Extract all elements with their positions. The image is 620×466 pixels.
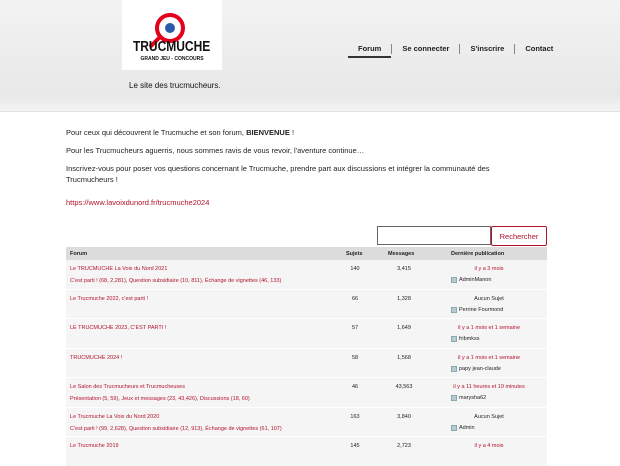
nav-forum[interactable]: Forum: [348, 44, 392, 58]
forum-table: Forum Sujets Messages Dernière publicati…: [66, 247, 547, 466]
messages-count: 3,840: [397, 413, 411, 420]
table-header: Forum Sujets Messages Dernière publicati…: [66, 247, 547, 260]
topics-count: 58: [351, 354, 359, 361]
author-name: Admin: [459, 424, 475, 431]
messages-count: 3,415: [397, 266, 411, 272]
logo-subtext: GRAND JEU - CONCOURS: [140, 56, 204, 62]
subforum-links[interactable]: Présentation (5, 59), Jeux et messages (…: [70, 396, 250, 402]
author-name: fribmkss: [459, 336, 480, 342]
welcome-suffix: !: [289, 128, 295, 137]
user-avatar-icon: [451, 424, 457, 431]
nav-contact[interactable]: Contact: [514, 44, 563, 54]
table-row: LE TRUCMUCHE 2023, C'EST PARTI ! 57 1,649 i…: [66, 319, 547, 349]
table-row: Le Trucmuche La Voix du Nord 2020 C'est p…: [66, 407, 547, 437]
table-row: Le Salon des Trucmucheurs et Trucmucheus…: [66, 378, 547, 408]
logo-text: TRUCMUCHE: [133, 38, 210, 55]
welcome-bold: BIENVENUE: [246, 128, 290, 137]
author-name: AdminManon: [459, 277, 492, 283]
topics-count: 46: [351, 384, 359, 390]
trucmuche-logo-icon: TRUCMUCHE GRAND JEU - CONCOURS: [133, 13, 210, 62]
forum-title-link[interactable]: Le TRUCMUCHE La Voix du Nord 2021: [70, 266, 167, 272]
last-post-link[interactable]: il y a 1 mois et 1 semaine: [431, 355, 547, 361]
nav-login[interactable]: Se connecter: [391, 44, 459, 54]
user-avatar-icon: [451, 395, 457, 401]
header-sujets: Sujets: [346, 251, 363, 257]
last-post-author[interactable]: marysha62: [451, 395, 486, 401]
table-row: Le Trucmuche 2022, c'est parti ! 66 1,328 A…: [66, 289, 547, 319]
messages-count: 1,328: [397, 295, 411, 302]
nav-register[interactable]: S'inscrire: [459, 44, 514, 54]
topics-count: 57: [351, 325, 359, 331]
author-name: papy jean-claude: [459, 365, 501, 372]
header-messages: Messages: [388, 251, 415, 257]
topics-count: 140: [350, 266, 360, 272]
topics-count: 163: [350, 413, 360, 420]
search-button[interactable]: Rechercher: [491, 226, 547, 246]
site-logo[interactable]: TRUCMUCHE GRAND JEU - CONCOURS: [122, 0, 222, 70]
header-forum: Forum: [70, 251, 88, 257]
user-avatar-icon: [451, 277, 457, 283]
forum-title-link[interactable]: Le Trucmuche 2019: [70, 443, 119, 449]
signup-paragraph: Inscrivez-vous pour poser vos questions …: [66, 164, 490, 184]
contest-link[interactable]: https://www.lavoixdunord.fr/trucmuche202…: [66, 198, 209, 207]
header-last-post: Dernière publication: [451, 251, 505, 257]
main-nav: Forum Se connecter S'inscrire Contact: [348, 44, 563, 60]
last-post-link: Aucun Sujet: [474, 413, 504, 420]
intro-text: Pour ceux qui découvrent le Trucmuche et…: [66, 127, 506, 215]
topics-count: 66: [351, 295, 359, 302]
subforum-links[interactable]: C'est parti ! (68, 2,281), Question subs…: [70, 278, 281, 284]
messages-count: 2,723: [397, 443, 411, 449]
table-row: TRUCMUCHE 2024 ! 58 1,568 il y a 1 mois et …: [66, 348, 547, 378]
messages-count: 1,568: [397, 354, 411, 361]
last-post-author[interactable]: Admin: [451, 424, 475, 431]
last-post-author[interactable]: AdminManon: [451, 277, 491, 283]
site-tagline: Le site des trucmucheurs.: [129, 81, 221, 90]
last-post-author[interactable]: papy jean-claude: [451, 365, 501, 372]
table-row: Le Trucmuche 2019 145 2,723 il y a 4 mois: [66, 437, 547, 466]
last-post-author[interactable]: fribmkss: [451, 336, 479, 342]
subforum-links[interactable]: C'est parti ! (99, 2,628), Question subs…: [70, 426, 282, 432]
welcome-paragraph: Pour ceux qui découvrent le Trucmuche et…: [66, 127, 506, 138]
table-body: Le TRUCMUCHE La Voix du Nord 2021 C'est p…: [66, 260, 547, 466]
forum-title-link[interactable]: LE TRUCMUCHE 2023, C'EST PARTI !: [70, 325, 166, 331]
user-avatar-icon: [451, 336, 457, 342]
last-post-link[interactable]: il y a 4 mois: [431, 443, 547, 449]
messages-count: 43,563: [395, 384, 413, 390]
last-post-author[interactable]: Perrine Fourmond: [451, 306, 504, 313]
forum-title-link[interactable]: Le Trucmuche La Voix du Nord 2020: [70, 414, 159, 420]
messages-count: 1,649: [397, 325, 411, 331]
author-name: Perrine Fourmond: [459, 306, 504, 313]
welcome-prefix: Pour ceux qui découvrent le Trucmuche et…: [66, 128, 247, 137]
forum-title-link[interactable]: Le Trucmuche 2022, c'est parti !: [70, 296, 148, 302]
last-post-link: Aucun Sujet: [474, 295, 504, 302]
topics-count: 145: [350, 443, 360, 449]
author-name: marysha62: [459, 395, 487, 401]
user-avatar-icon: [451, 365, 457, 372]
search-input[interactable]: [377, 226, 491, 245]
user-avatar-icon: [451, 306, 457, 313]
forum-title-link[interactable]: Le Salon des Trucmucheurs et Trucmucheus…: [70, 384, 185, 390]
last-post-link[interactable]: il y a 11 heures et 19 minutes: [431, 384, 547, 390]
last-post-link[interactable]: il y a 3 mois: [431, 266, 547, 272]
forum-title-link[interactable]: TRUCMUCHE 2024 !: [70, 355, 122, 361]
site-header: TRUCMUCHE GRAND JEU - CONCOURS Le site d…: [0, 0, 620, 112]
returning-paragraph: Pour les Trucmucheurs aguerris, nous som…: [66, 146, 365, 155]
table-row: Le TRUCMUCHE La Voix du Nord 2021 C'est p…: [66, 260, 547, 290]
last-post-link[interactable]: il y a 1 mois et 1 semaine: [431, 325, 547, 331]
